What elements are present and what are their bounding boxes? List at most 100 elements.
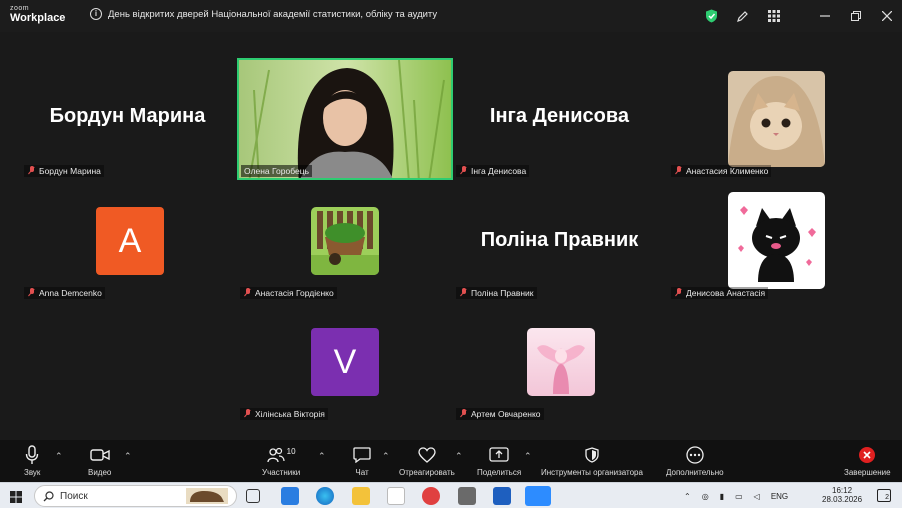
- participants-count: 10: [286, 446, 296, 456]
- host-tools-button[interactable]: Инструменты организатора: [541, 444, 643, 477]
- microphone-icon: [26, 445, 39, 464]
- mic-muted-icon: [27, 166, 36, 176]
- participant-tile-bordun[interactable]: Бордун Марина Бордун Марина: [20, 57, 235, 177]
- profile-picture-garden-cart: [311, 207, 379, 275]
- participant-name-tag: Анастасія Гордієнко: [240, 287, 337, 299]
- participants-label: Участники: [262, 468, 301, 477]
- app-logo: zoom Workplace: [10, 5, 65, 24]
- edge-browser-icon[interactable]: [316, 487, 334, 505]
- chat-button[interactable]: Чат: [353, 444, 371, 477]
- task-view-icon[interactable]: [246, 489, 260, 503]
- participant-name-tag: Anna Demcenko: [24, 287, 105, 299]
- search-placeholder: Поиск: [60, 490, 88, 502]
- participants-button[interactable]: 10 Участники: [262, 444, 301, 478]
- participants-icon: [267, 447, 285, 463]
- participant-name-label: Артем Овчаренко: [471, 409, 541, 419]
- logo-zoom-text: zoom: [10, 5, 30, 12]
- close-icon[interactable]: [871, 0, 902, 32]
- mic-muted-icon: [459, 166, 468, 176]
- video-gallery: Бордун Марина Бордун Марина Олена Горобе…: [0, 32, 902, 440]
- gallery-view-icon[interactable]: [758, 0, 789, 32]
- participant-display-name: Бордун Марина: [49, 105, 206, 127]
- participant-tile-inga[interactable]: Інга Денисова Інга Денисова: [452, 57, 667, 177]
- opera-browser-icon[interactable]: [422, 487, 440, 505]
- participant-name-tag: Інга Денисова: [456, 165, 530, 177]
- encryption-shield-icon[interactable]: [696, 0, 727, 32]
- participant-name-tag: Поліна Правник: [456, 287, 537, 299]
- taskbar-search-box[interactable]: Поиск: [34, 485, 237, 507]
- react-label: Отреагировать: [399, 468, 455, 477]
- end-meeting-icon: [859, 447, 876, 463]
- more-button[interactable]: Дополнительно: [666, 444, 724, 477]
- profile-picture-cartoon-cat: [728, 192, 825, 289]
- annotate-pen-icon[interactable]: [727, 0, 758, 32]
- tray-overflow-chevron-up-icon[interactable]: ⌃: [684, 492, 691, 501]
- tray-clock[interactable]: 16:12 28.03.2026: [822, 486, 862, 504]
- tray-network-icon[interactable]: ◎: [702, 492, 709, 501]
- info-icon[interactable]: i: [90, 8, 102, 20]
- avatar-letter: V: [311, 328, 379, 396]
- video-button[interactable]: Видео: [88, 444, 111, 477]
- participant-tile-klymenko[interactable]: Анастасия Клименко: [667, 57, 882, 177]
- meeting-controls: Звук ⌃ Видео ⌃ 10 Участники ⌃ Чат ⌃ Отре…: [0, 440, 902, 482]
- heart-reaction-icon: [418, 447, 436, 463]
- windows-start-icon[interactable]: [10, 490, 22, 508]
- audio-label: Звук: [24, 468, 41, 477]
- system-tray: ⌃ ◎ ▮ ▭ ◁ ENG: [684, 483, 788, 508]
- word-icon[interactable]: [493, 487, 511, 505]
- chat-options-chevron-up-icon[interactable]: ⌃: [382, 451, 390, 462]
- video-camera-icon: [89, 449, 110, 461]
- participant-tile-denysova[interactable]: Денисова Анастасія: [667, 179, 882, 299]
- tray-language[interactable]: ENG: [771, 492, 788, 501]
- meeting-info[interactable]: i День відкритих дверей Національної ака…: [90, 8, 437, 20]
- participant-name-label: Інга Денисова: [471, 166, 527, 176]
- share-screen-button[interactable]: Поделиться: [477, 444, 521, 477]
- participant-tile-khilinska[interactable]: V Хілінська Вікторія: [236, 300, 451, 420]
- store-icon[interactable]: [387, 487, 405, 505]
- file-explorer-icon[interactable]: [352, 487, 370, 505]
- chat-label: Чат: [355, 468, 369, 477]
- participant-name-tag: Артем Овчаренко: [456, 408, 544, 420]
- audio-options-chevron-up-icon[interactable]: ⌃: [55, 451, 63, 462]
- share-options-chevron-up-icon[interactable]: ⌃: [524, 451, 532, 462]
- participant-tile-olena-active-speaker[interactable]: Олена Горобець: [237, 58, 453, 180]
- audio-button[interactable]: Звук: [24, 444, 40, 477]
- mic-muted-icon: [459, 409, 468, 419]
- participant-name-tag: Хілінська Вікторія: [240, 408, 328, 420]
- more-label: Дополнительно: [666, 468, 724, 477]
- minimize-icon[interactable]: [809, 0, 840, 32]
- mic-muted-icon: [674, 166, 683, 176]
- weather-widget-icon[interactable]: [281, 487, 299, 505]
- participant-tile-polina[interactable]: Поліна Правник Поліна Правник: [452, 179, 667, 299]
- participant-name-label: Anna Demcenko: [39, 288, 102, 298]
- participant-name-tag: Анастасия Клименко: [671, 165, 772, 177]
- zoom-taskbar-icon[interactable]: [525, 486, 551, 506]
- restore-icon[interactable]: [840, 0, 871, 32]
- tray-battery-icon[interactable]: ▭: [735, 492, 743, 501]
- video-label: Видео: [88, 468, 112, 477]
- share-label: Поделиться: [477, 468, 522, 477]
- profile-picture-kitten: [728, 71, 825, 167]
- participant-tile-ovcharenko[interactable]: Артем Овчаренко: [452, 300, 667, 420]
- host-tools-label: Инструменты организатора: [541, 468, 643, 477]
- video-options-chevron-up-icon[interactable]: ⌃: [124, 451, 132, 462]
- participant-name-label: Поліна Правник: [471, 288, 534, 298]
- react-button[interactable]: Отреагировать: [399, 444, 455, 477]
- notification-center-icon[interactable]: 2: [877, 489, 891, 502]
- title-bar: zoom Workplace i День відкритих дверей Н…: [0, 0, 902, 32]
- participant-display-name: Інга Денисова: [489, 105, 630, 127]
- participant-name-label: Олена Горобець: [244, 166, 309, 176]
- participant-video-feed: [239, 60, 451, 178]
- react-options-chevron-up-icon[interactable]: ⌃: [455, 451, 463, 462]
- media-player-icon[interactable]: [458, 487, 476, 505]
- participant-tile-anna[interactable]: A Anna Demcenko: [20, 179, 235, 299]
- meeting-title: День відкритих дверей Національної акаде…: [108, 8, 438, 20]
- mic-muted-icon: [27, 288, 36, 298]
- participant-tile-gordienko[interactable]: Анастасія Гордієнко: [236, 179, 451, 299]
- participants-options-chevron-up-icon[interactable]: ⌃: [318, 451, 326, 462]
- end-meeting-button[interactable]: Завершение: [844, 444, 891, 477]
- end-meeting-label: Завершение: [844, 468, 891, 477]
- tray-volume-icon[interactable]: ◁: [754, 492, 760, 501]
- tray-usb-icon[interactable]: ▮: [720, 492, 724, 501]
